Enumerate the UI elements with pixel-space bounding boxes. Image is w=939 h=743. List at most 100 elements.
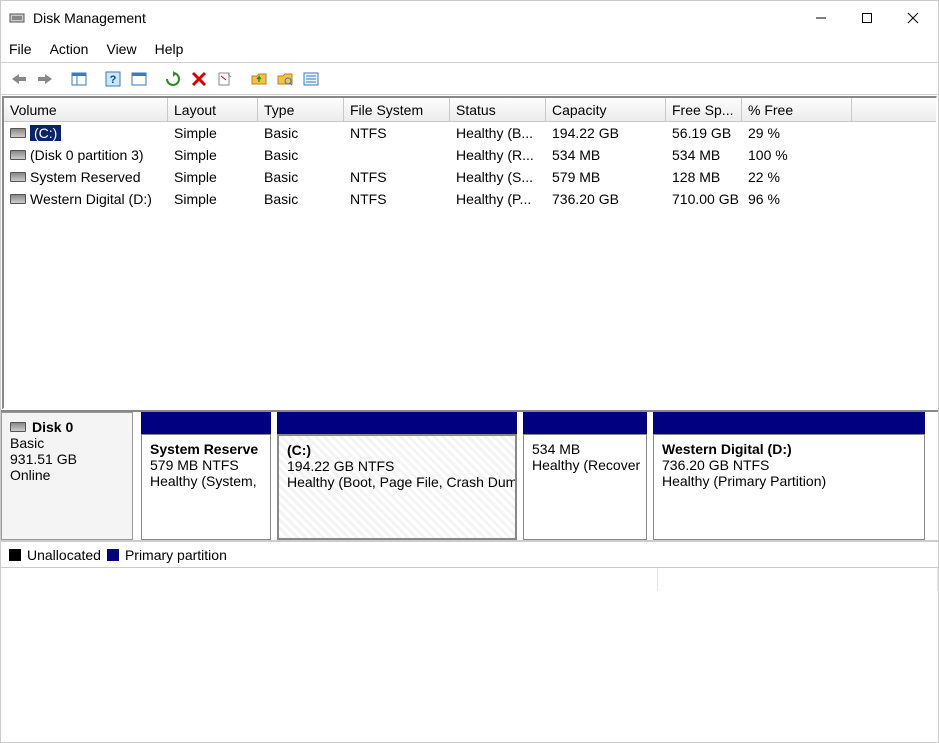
partition-box[interactable]: System Reserve579 MB NTFSHealthy (System… bbox=[141, 434, 271, 540]
legend-primary-label: Primary partition bbox=[125, 547, 227, 563]
volume-icon bbox=[10, 150, 26, 160]
list-settings-icon[interactable] bbox=[299, 67, 323, 91]
volume-layout: Simple bbox=[168, 168, 258, 186]
window-title: Disk Management bbox=[33, 10, 146, 26]
menu-bar: File Action View Help bbox=[1, 35, 938, 63]
partition-box[interactable]: (C:)194.22 GB NTFSHealthy (Boot, Page Fi… bbox=[277, 434, 517, 540]
partition-title: System Reserve bbox=[150, 441, 262, 457]
volume-list[interactable]: Volume Layout Type File System Status Ca… bbox=[4, 98, 936, 408]
volume-row[interactable]: (Disk 0 partition 3) SimpleBasic Healthy (… bbox=[4, 144, 936, 166]
volume-type: Basic bbox=[258, 190, 344, 208]
svg-text:?: ? bbox=[110, 74, 117, 86]
menu-view[interactable]: View bbox=[106, 41, 136, 57]
volume-layout: Simple bbox=[168, 146, 258, 164]
partition[interactable]: 534 MBHealthy (Recover bbox=[523, 412, 647, 540]
disk-size: 931.51 GB bbox=[10, 451, 124, 467]
volume-type: Basic bbox=[258, 124, 344, 142]
partition[interactable]: Western Digital (D:)736.20 GB NTFSHealth… bbox=[653, 412, 925, 540]
back-button[interactable] bbox=[7, 67, 31, 91]
legend-primary-swatch bbox=[107, 549, 119, 561]
col-type[interactable]: Type bbox=[258, 98, 344, 121]
volume-capacity: 736.20 GB bbox=[546, 190, 666, 208]
menu-help[interactable]: Help bbox=[155, 41, 184, 57]
volume-pct: 100 % bbox=[742, 146, 852, 164]
forward-button[interactable] bbox=[33, 67, 57, 91]
volume-icon bbox=[10, 194, 26, 204]
legend-unallocated-swatch bbox=[9, 549, 21, 561]
volume-status: Healthy (B... bbox=[450, 124, 546, 142]
show-hide-tree-icon[interactable] bbox=[67, 67, 91, 91]
status-bar bbox=[1, 567, 938, 591]
col-volume[interactable]: Volume bbox=[4, 98, 168, 121]
volume-name: (C:) bbox=[30, 125, 61, 141]
calendar-icon[interactable] bbox=[127, 67, 151, 91]
disk-state: Online bbox=[10, 467, 124, 483]
partition-size: 736.20 GB NTFS bbox=[662, 457, 916, 473]
folder-up-icon[interactable] bbox=[247, 67, 271, 91]
menu-action[interactable]: Action bbox=[50, 41, 89, 57]
minimize-button[interactable] bbox=[798, 3, 844, 33]
maximize-button[interactable] bbox=[844, 3, 890, 33]
volume-icon bbox=[10, 128, 26, 138]
partition-box[interactable]: 534 MBHealthy (Recover bbox=[523, 434, 647, 540]
volume-fs: NTFS bbox=[344, 168, 450, 186]
toolbar: ? bbox=[1, 63, 938, 95]
volume-status: Healthy (P... bbox=[450, 190, 546, 208]
partitions-container: System Reserve579 MB NTFSHealthy (System… bbox=[133, 412, 938, 540]
partition-status: Healthy (System, bbox=[150, 473, 262, 489]
close-button[interactable] bbox=[890, 3, 936, 33]
disk-label[interactable]: Disk 0 Basic 931.51 GB Online bbox=[1, 412, 133, 540]
volume-pct: 96 % bbox=[742, 190, 852, 208]
refresh-icon[interactable] bbox=[161, 67, 185, 91]
volume-status: Healthy (S... bbox=[450, 168, 546, 186]
partition-size: 534 MB bbox=[532, 441, 638, 457]
help-icon[interactable]: ? bbox=[101, 67, 125, 91]
delete-icon[interactable] bbox=[187, 67, 211, 91]
partition[interactable]: System Reserve579 MB NTFSHealthy (System… bbox=[141, 412, 271, 540]
volume-status: Healthy (R... bbox=[450, 146, 546, 164]
partition-header bbox=[277, 412, 517, 434]
partition-status: Healthy (Boot, Page File, Crash Dum bbox=[287, 474, 507, 490]
volume-fs: NTFS bbox=[344, 190, 450, 208]
window-controls bbox=[798, 3, 936, 33]
col-capacity[interactable]: Capacity bbox=[546, 98, 666, 121]
disk-row[interactable]: Disk 0 Basic 931.51 GB Online System Res… bbox=[1, 412, 938, 540]
col-layout[interactable]: Layout bbox=[168, 98, 258, 121]
partition-status: Healthy (Primary Partition) bbox=[662, 473, 916, 489]
legend-unallocated-label: Unallocated bbox=[27, 547, 101, 563]
disk-type: Basic bbox=[10, 435, 124, 451]
menu-file[interactable]: File bbox=[9, 41, 32, 57]
volume-free: 534 MB bbox=[666, 146, 742, 164]
volume-icon bbox=[10, 172, 26, 182]
volume-layout: Simple bbox=[168, 190, 258, 208]
volume-pct: 29 % bbox=[742, 124, 852, 142]
partition-box[interactable]: Western Digital (D:)736.20 GB NTFSHealth… bbox=[653, 434, 925, 540]
volume-list-container: Volume Layout Type File System Status Ca… bbox=[2, 96, 937, 409]
volume-type: Basic bbox=[258, 146, 344, 164]
volume-name: Western Digital (D:) bbox=[30, 191, 152, 207]
volume-name: System Reserved bbox=[30, 169, 140, 185]
column-header-row: Volume Layout Type File System Status Ca… bbox=[4, 98, 936, 122]
volume-free: 710.00 GB bbox=[666, 190, 742, 208]
properties-icon[interactable] bbox=[213, 67, 237, 91]
col-filesystem[interactable]: File System bbox=[344, 98, 450, 121]
title-bar: Disk Management bbox=[1, 1, 938, 35]
partition-size: 194.22 GB NTFS bbox=[287, 458, 507, 474]
volume-row[interactable]: System ReservedSimpleBasicNTFSHealthy (S… bbox=[4, 166, 936, 188]
col-free[interactable]: Free Sp... bbox=[666, 98, 742, 121]
volume-capacity: 194.22 GB bbox=[546, 124, 666, 142]
folder-search-icon[interactable] bbox=[273, 67, 297, 91]
volume-row[interactable]: (C:)SimpleBasicNTFSHealthy (B...194.22 G… bbox=[4, 122, 936, 144]
volume-name: (Disk 0 partition 3) bbox=[30, 147, 144, 163]
partition-status: Healthy (Recover bbox=[532, 457, 638, 473]
legend: Unallocated Primary partition bbox=[1, 541, 938, 567]
partition[interactable]: (C:)194.22 GB NTFSHealthy (Boot, Page Fi… bbox=[277, 412, 517, 540]
status-pane-1 bbox=[1, 568, 658, 591]
col-spacer bbox=[852, 98, 936, 121]
col-pct[interactable]: % Free bbox=[742, 98, 852, 121]
volume-capacity: 534 MB bbox=[546, 146, 666, 164]
col-status[interactable]: Status bbox=[450, 98, 546, 121]
disk-icon bbox=[10, 422, 26, 432]
volume-row[interactable]: Western Digital (D:) SimpleBasicNTFSHealt… bbox=[4, 188, 936, 210]
volume-free: 56.19 GB bbox=[666, 124, 742, 142]
